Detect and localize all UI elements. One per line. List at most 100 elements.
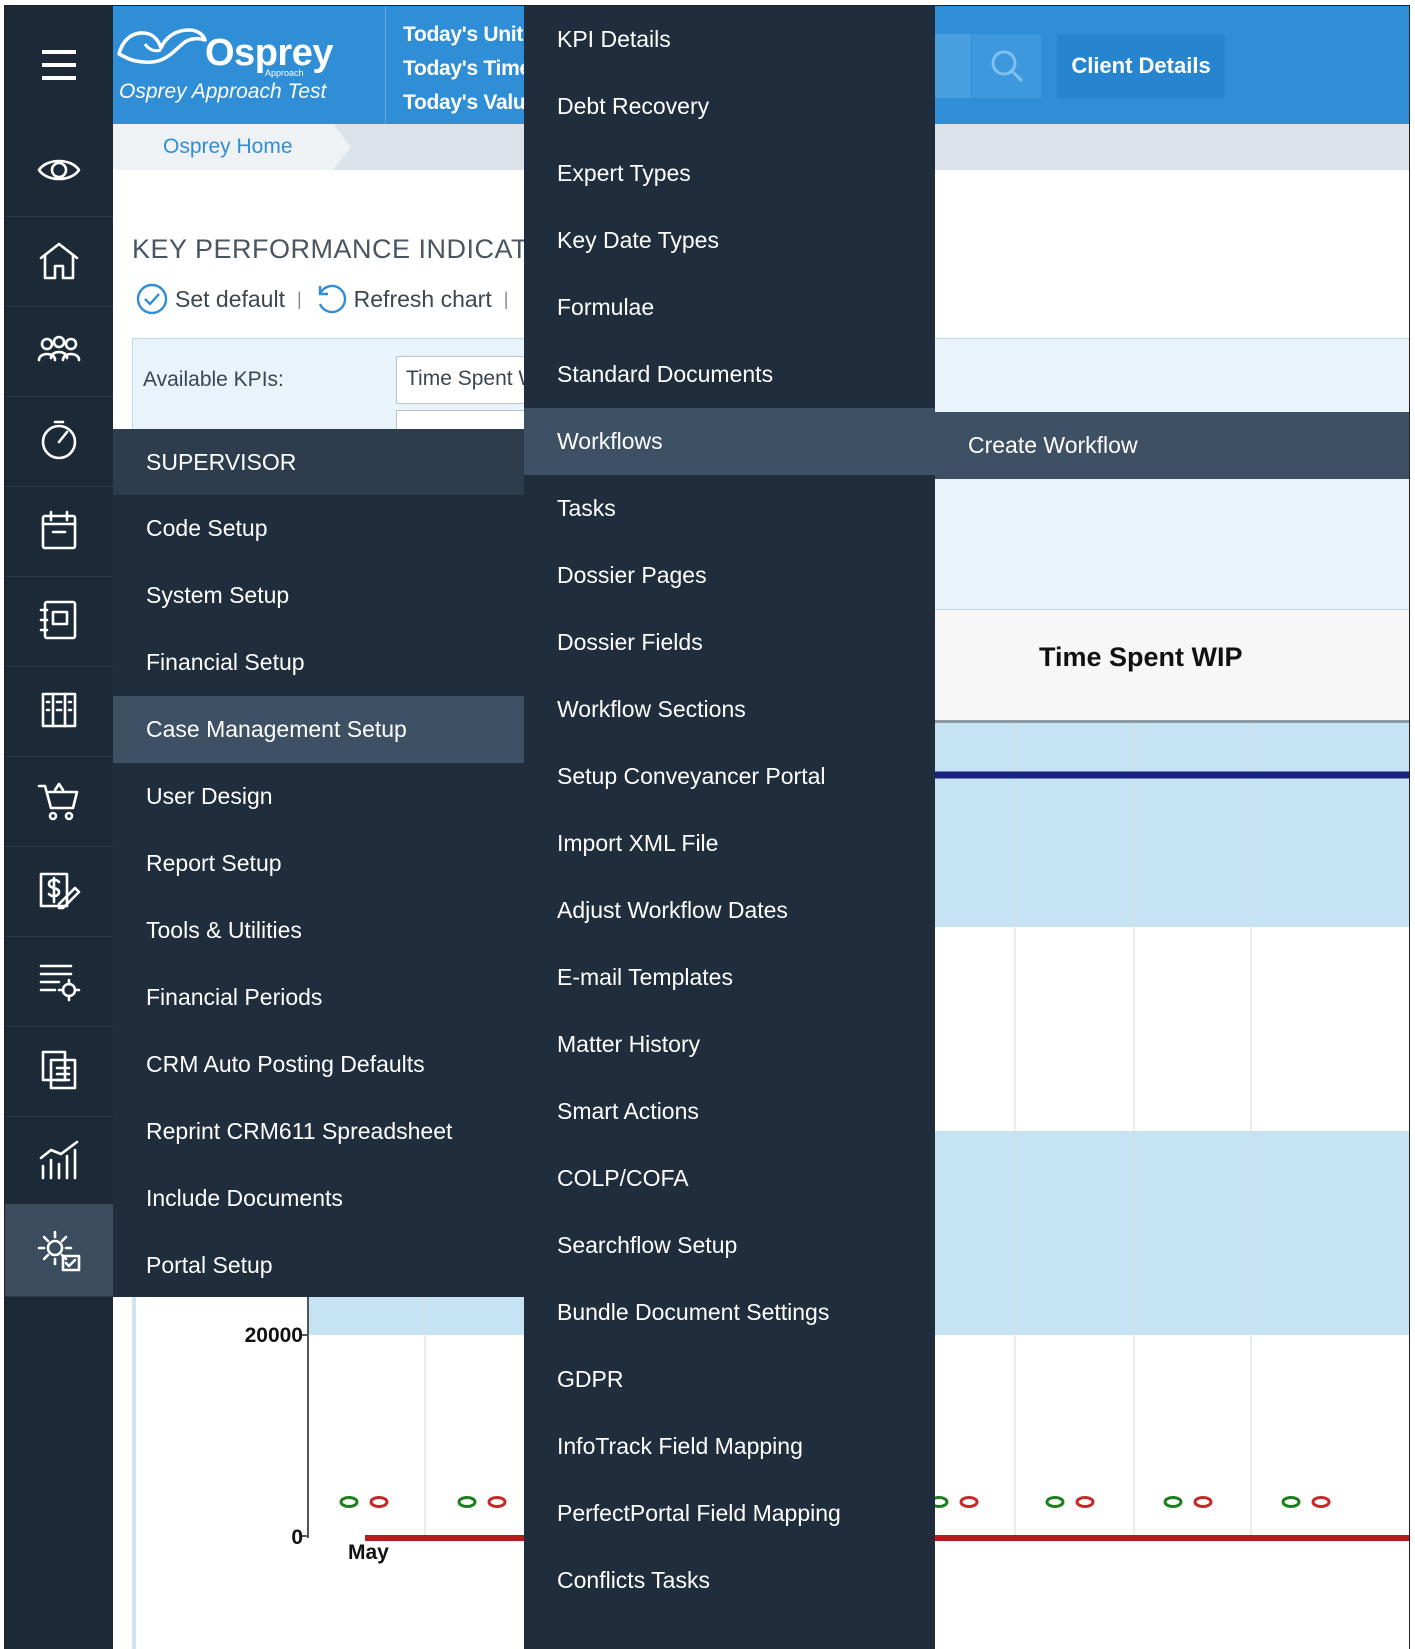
marker-red (1075, 1496, 1095, 1508)
menu-item-dossier-fields[interactable]: Dossier Fields (524, 609, 935, 676)
sidebar-item-time[interactable] (5, 394, 113, 487)
chart-title: Time Spent WIP (1039, 642, 1243, 672)
menu-item-crm-auto-posting-defaults[interactable]: CRM Auto Posting Defaults (113, 1031, 524, 1098)
toolbar-separator: | (503, 288, 509, 309)
logo-tagline: Approach (265, 68, 304, 78)
sidebar-item-people[interactable] (5, 304, 113, 397)
sidebar-item-documents[interactable] (5, 1024, 113, 1117)
set-default-button[interactable]: Set default (135, 282, 285, 316)
search-button[interactable] (971, 34, 1041, 98)
menu-item-dossier-pages[interactable]: Dossier Pages (524, 542, 935, 609)
speedometer-icon (41, 420, 77, 460)
supervisor-icon (37, 1230, 81, 1272)
menu-item-searchflow-setup[interactable]: Searchflow Setup (524, 1212, 935, 1279)
menu-item-debt-recovery[interactable]: Debt Recovery (524, 73, 935, 140)
calendar-icon (41, 510, 77, 550)
eye-icon (37, 159, 81, 181)
marker-green (1281, 1496, 1301, 1508)
supervisor-menu-heading: SUPERVISOR (113, 429, 524, 495)
sidebar-item-billing[interactable] (5, 844, 113, 937)
building-icon (41, 692, 77, 728)
menu-item-tools-utilities[interactable]: Tools & Utilities (113, 897, 524, 964)
marker-green (1163, 1496, 1183, 1508)
menu-item-colp-cofa[interactable]: COLP/COFA (524, 1145, 935, 1212)
chart-icon (39, 1140, 79, 1180)
menu-item-smart-actions[interactable]: Smart Actions (524, 1078, 935, 1145)
menu-item-import-xml-file[interactable]: Import XML File (524, 810, 935, 877)
sidebar-item-reports-settings[interactable] (5, 934, 113, 1027)
sidebar-item-calendar[interactable] (5, 484, 113, 577)
set-default-label: Set default (175, 285, 285, 312)
sidebar-item-view[interactable] (5, 124, 113, 217)
menu-item-bundle-document-settings[interactable]: Bundle Document Settings (524, 1279, 935, 1346)
y-tick-label: 0 (291, 1526, 303, 1549)
app-window: 20000 0 May Time Spent WIP KEY PERFORMANCE… (4, 5, 1410, 1649)
marker-red (959, 1496, 979, 1508)
menu-item-matter-history[interactable]: Matter History (524, 1011, 935, 1078)
today-units: Today's Units: (403, 23, 542, 46)
refresh-chart-label: Refresh chart (353, 285, 492, 312)
client-details-button[interactable]: Client Details (1057, 34, 1225, 98)
menu-item-key-date-types[interactable]: Key Date Types (524, 207, 935, 274)
kpi-toolbar: Set default | Refresh chart | (135, 282, 520, 316)
menu-item-tasks[interactable]: Tasks (524, 475, 935, 542)
ledger-icon (39, 600, 77, 640)
menu-item-infotrack-field-mapping[interactable]: InfoTrack Field Mapping (524, 1413, 935, 1480)
sidebar-rail (5, 6, 113, 1649)
sidebar-item-building[interactable] (5, 664, 113, 757)
today-value: Today's Value (403, 91, 537, 114)
menu-icon (42, 50, 76, 80)
menu-item-expert-types[interactable]: Expert Types (524, 140, 935, 207)
sidebar-item-supervisor[interactable] (5, 1204, 113, 1297)
refresh-chart-button[interactable]: Refresh chart (314, 282, 492, 316)
sidebar-item-statistics[interactable] (5, 1114, 113, 1207)
breadcrumb-home[interactable]: Osprey Home (113, 124, 351, 170)
menu-item-workflow-sections[interactable]: Workflow Sections (524, 676, 935, 743)
cart-icon (37, 782, 79, 821)
menu-item-setup-conveyancer-portal[interactable]: Setup Conveyancer Portal (524, 743, 935, 810)
menu-item-user-design[interactable]: User Design (113, 763, 524, 830)
menu-item-create-workflow[interactable]: Create Workflow (935, 412, 1346, 479)
check-circle-icon (136, 283, 168, 315)
menu-item-system-setup[interactable]: System Setup (113, 562, 524, 629)
menu-item-case-management-setup[interactable]: Case Management Setup (113, 696, 524, 763)
menu-item-workflows[interactable]: Workflows (524, 408, 935, 475)
logo[interactable]: Osprey Approach Osprey Approach Test (113, 6, 386, 124)
documents-icon (41, 1050, 77, 1090)
marker-green (1045, 1496, 1065, 1508)
menu-item-formulae[interactable]: Formulae (524, 274, 935, 341)
menu-item-report-setup[interactable]: Report Setup (113, 830, 524, 897)
menu-item-e-mail-templates[interactable]: E-mail Templates (524, 944, 935, 1011)
menu-item-gdpr[interactable]: GDPR (524, 1346, 935, 1413)
menu-item-reprint-crm611-spreadsheet[interactable]: Reprint CRM611 Spreadsheet (113, 1098, 524, 1165)
menu-item-include-documents[interactable]: Include Documents (113, 1165, 524, 1232)
menu-button[interactable] (5, 6, 113, 124)
sidebar-item-ledger[interactable] (5, 574, 113, 667)
logo-subtitle: Osprey Approach Test (119, 80, 327, 103)
menu-item-adjust-workflow-dates[interactable]: Adjust Workflow Dates (524, 877, 935, 944)
menu-item-portal-setup[interactable]: Portal Setup (113, 1232, 524, 1299)
menu-item-financial-setup[interactable]: Financial Setup (113, 629, 524, 696)
case-management-submenu: KPI Details Debt Recovery Expert Types Key … (524, 6, 935, 1649)
today-time: Today's Time: (403, 57, 538, 80)
menu-item-conflicts-tasks[interactable]: Conflicts Tasks (524, 1547, 935, 1614)
marker-green (457, 1496, 477, 1508)
menu-item-financial-periods[interactable]: Financial Periods (113, 964, 524, 1031)
supervisor-menu: SUPERVISOR Code Setup System Setup Financi… (113, 429, 524, 1297)
available-kpis-select[interactable]: Time Spent W (396, 356, 536, 404)
marker-red (1311, 1496, 1331, 1508)
menu-item-kpi-details[interactable]: KPI Details (524, 6, 935, 73)
refresh-icon (318, 284, 346, 314)
sidebar-item-purchases[interactable] (5, 754, 113, 847)
menu-item-perfectportal-field-mapping[interactable]: PerfectPortal Field Mapping (524, 1480, 935, 1547)
search-icon (991, 50, 1023, 83)
menu-item-standard-documents[interactable]: Standard Documents (524, 341, 935, 408)
menu-item-code-setup[interactable]: Code Setup (113, 495, 524, 562)
available-kpis-label: Available KPIs: (143, 368, 284, 391)
secondary-select[interactable] (396, 410, 536, 430)
list-settings-icon (39, 964, 81, 1002)
page-title: KEY PERFORMANCE INDICATOR (132, 234, 570, 264)
sidebar-item-home[interactable] (5, 214, 113, 307)
workflows-submenu-extension (1346, 412, 1409, 479)
marker-green (339, 1496, 359, 1508)
